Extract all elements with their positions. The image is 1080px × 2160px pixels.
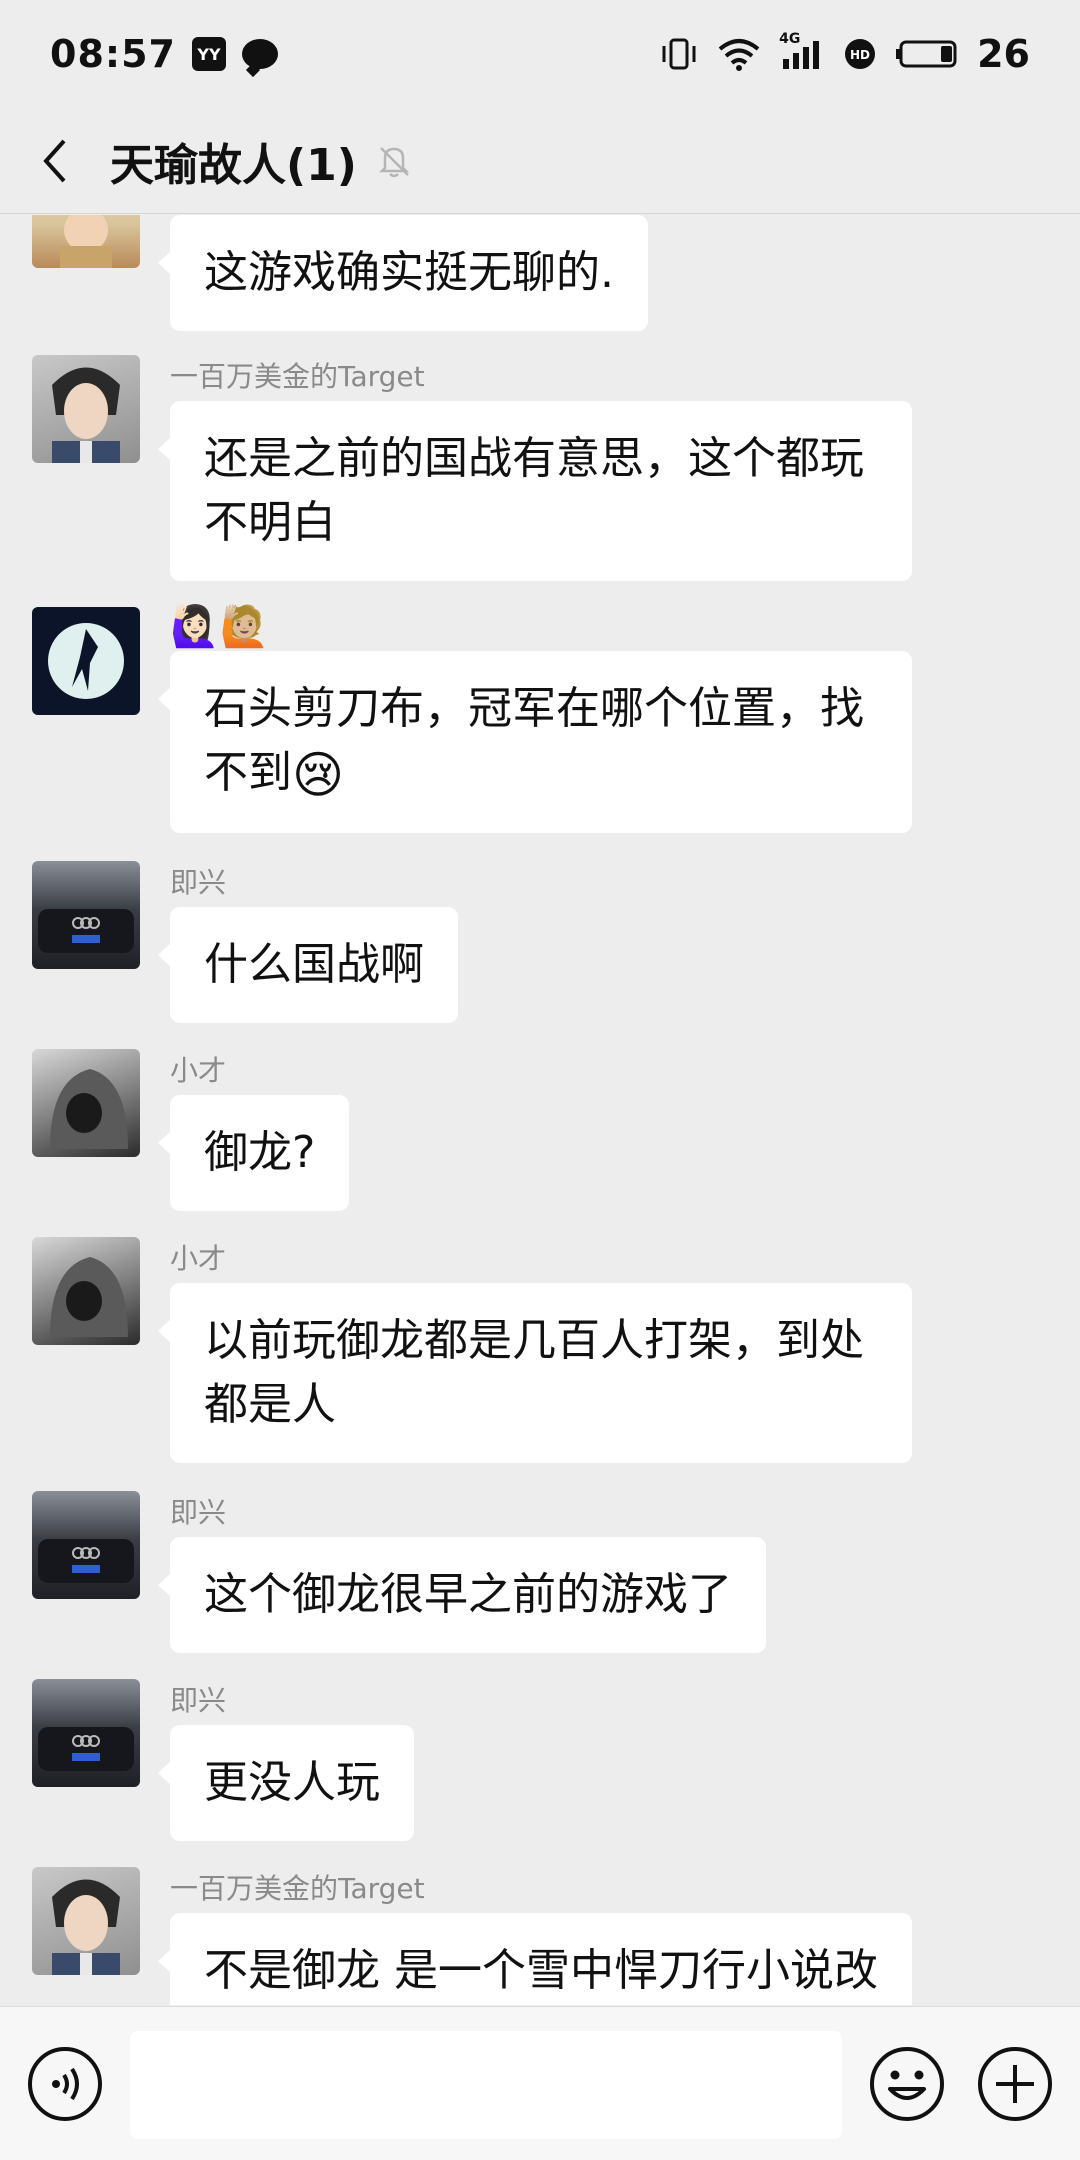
avatar[interactable] — [32, 607, 140, 715]
yy-app-icon: YY — [191, 37, 226, 71]
sender-name: 即兴 — [170, 866, 227, 899]
signal-icon: 4G — [779, 31, 825, 71]
sender-name: 即兴 — [170, 1496, 227, 1529]
avatar[interactable] — [32, 1491, 140, 1599]
chat-title[interactable]: 天瑜故人(1) — [110, 129, 357, 193]
emoji-button[interactable] — [868, 2045, 946, 2123]
status-bar: 08:57 YY 4G HD 26 — [0, 0, 1080, 108]
message-text-line: 石头剪刀布，冠军在哪个位置，找 — [204, 683, 864, 734]
message-bubble[interactable]: 什么国战啊 — [158, 907, 458, 1023]
message-text: 这个御龙很早之前的游戏了 — [204, 1569, 732, 1620]
chat-header: 天瑜故人(1) — [0, 108, 1080, 214]
hd-icon: HD — [843, 37, 877, 71]
message-bubble[interactable]: 这个御龙很早之前的游戏了 — [158, 1537, 766, 1653]
sender-name: 即兴 — [170, 1684, 227, 1717]
message-bubble[interactable]: 御龙? — [157, 1095, 350, 1211]
avatar[interactable] — [32, 355, 140, 463]
message-text-line: 不到 — [204, 747, 292, 798]
plus-icon — [978, 2047, 1052, 2121]
sender-name: 小才 — [170, 1054, 227, 1087]
message-text: 不是御龙 是一个雪中悍刀行小说改 — [204, 1945, 878, 1996]
back-button[interactable] — [0, 108, 110, 214]
message-input[interactable] — [130, 2031, 842, 2139]
battery-icon — [895, 37, 959, 71]
chat-bubble-icon — [241, 39, 278, 69]
input-bar — [0, 2006, 1080, 2160]
message-bubble[interactable]: 更没人玩 — [158, 1725, 414, 1841]
message-bubble[interactable]: 这游戏确实挺无聊的. — [158, 215, 648, 331]
status-right: 4G HD 26 — [659, 31, 1030, 76]
avatar[interactable] — [32, 1867, 140, 1975]
avatar[interactable] — [32, 1237, 140, 1345]
message-text: 更没人玩 — [204, 1757, 380, 1808]
message-text-line: 不明白 — [204, 497, 336, 548]
more-button[interactable] — [976, 2045, 1054, 2123]
avatar[interactable] — [32, 1049, 140, 1157]
avatar[interactable] — [32, 1679, 140, 1787]
wifi-icon — [717, 37, 761, 71]
avatar[interactable] — [32, 861, 140, 969]
message-bubble[interactable]: 石头剪刀布，冠军在哪个位置，找 不到😢 — [158, 651, 912, 833]
message-bubble[interactable]: 以前玩御龙都是几百人打架，到处 都是人 — [158, 1283, 912, 1463]
back-arrow-icon — [43, 139, 66, 182]
message-text-line: 都是人 — [204, 1379, 336, 1430]
message-text-line: 还是之前的国战有意思，这个都玩 — [204, 433, 864, 484]
svg-text:HD: HD — [850, 48, 870, 62]
sender-name: 🙋🏻‍♀️🙋🏼 — [170, 604, 270, 650]
message-text: 御龙? — [204, 1127, 316, 1178]
sender-name: 一百万美金的Target — [170, 360, 425, 393]
message-bubble[interactable]: 不是御龙 是一个雪中悍刀行小说改 — [158, 1913, 912, 2005]
network-label: 4G — [779, 31, 801, 47]
crying-emoji: 😢 — [292, 746, 345, 804]
message-text: 这游戏确实挺无聊的. — [204, 247, 614, 298]
emoji-icon — [870, 2047, 944, 2121]
voice-icon — [28, 2047, 102, 2121]
sender-name: 小才 — [170, 1242, 227, 1275]
vibrate-icon — [659, 37, 699, 71]
battery-level: 26 — [977, 32, 1030, 76]
voice-button[interactable] — [26, 2045, 104, 2123]
sender-name: 一百万美金的Target — [170, 1872, 425, 1905]
message-bubble[interactable]: 还是之前的国战有意思，这个都玩 不明白 — [158, 401, 912, 581]
message-text-line: 以前玩御龙都是几百人打架，到处 — [204, 1315, 864, 1366]
status-time: 08:57 — [50, 32, 176, 76]
status-left: 08:57 YY — [50, 32, 278, 76]
message-list[interactable]: 这游戏确实挺无聊的. 一百万美金的Target 还是之前的国战有意思，这个都玩 … — [0, 215, 1080, 2005]
message-text: 什么国战啊 — [204, 939, 424, 990]
mute-bell-icon — [375, 142, 413, 180]
avatar[interactable] — [32, 215, 140, 268]
